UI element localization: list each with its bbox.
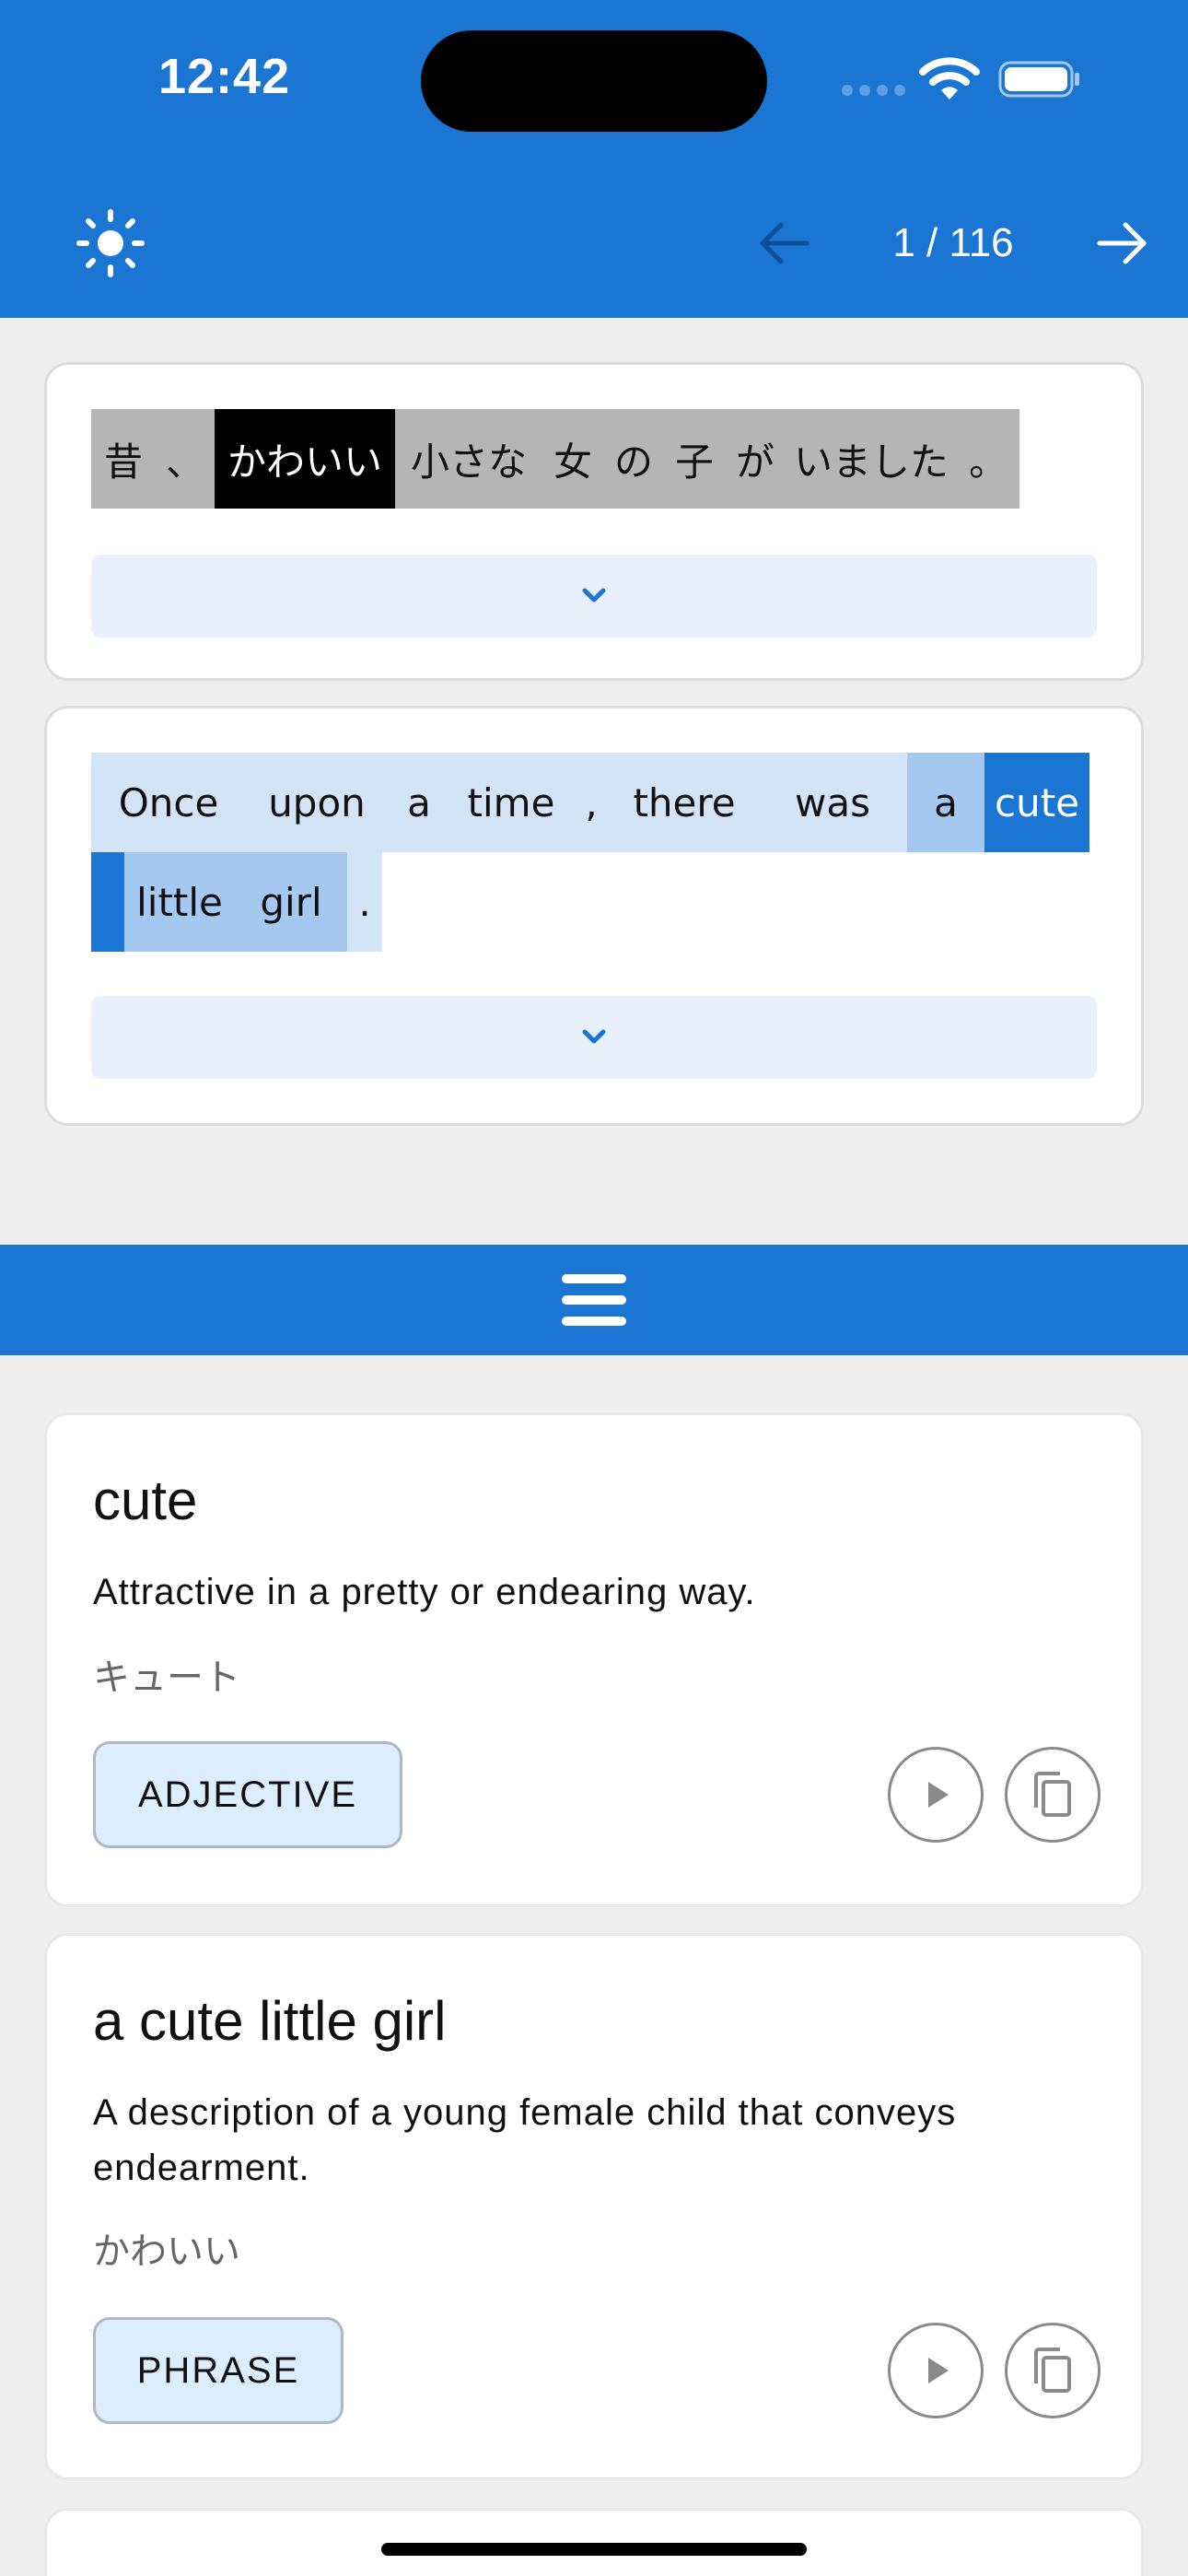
part-of-speech-chip[interactable]: PHRASE [93, 2317, 344, 2424]
definition-term: a cute little girl [93, 1990, 447, 2052]
brightness-icon[interactable] [76, 208, 146, 278]
copy-button[interactable] [1005, 2323, 1101, 2418]
play-audio-button[interactable] [888, 1747, 984, 1843]
en-token[interactable]: a [388, 753, 450, 852]
page-counter: 1 / 116 [892, 220, 1014, 265]
en-token-highlighted[interactable]: little [124, 852, 235, 952]
jp-token-selected[interactable]: かわいい [215, 409, 395, 509]
battery-icon [998, 61, 1079, 98]
arrow-left-icon[interactable] [753, 212, 816, 275]
copy-button[interactable] [1005, 1747, 1101, 1843]
play-audio-button[interactable] [888, 2323, 984, 2418]
en-token[interactable]: . [347, 852, 382, 952]
en-token-selected[interactable]: cute [984, 753, 1089, 852]
definition-card-partial [44, 2508, 1144, 2576]
wifi-icon [919, 57, 980, 100]
jp-token[interactable]: 。 [957, 409, 1019, 509]
definition-meaning: Attractive in a pretty or endearing way. [93, 1572, 756, 1612]
en-token-highlighted[interactable]: girl [235, 852, 347, 952]
jp-token[interactable]: いました [786, 409, 957, 509]
expand-translation-button[interactable] [91, 555, 1097, 638]
play-icon [928, 2358, 949, 2383]
definition-card: a cute little girl A description of a yo… [44, 1933, 1144, 2480]
english-sentence-card: Once upon a time , there was a cute litt… [44, 706, 1144, 1126]
jp-token[interactable]: 小さな [395, 409, 542, 509]
japanese-token-row: 昔 、 かわいい 小さな 女 の 子 が いました 。 [91, 409, 1097, 509]
cellular-signal-icon [842, 85, 906, 98]
jp-token[interactable]: の [603, 409, 664, 509]
definition-term: cute [93, 1469, 198, 1531]
definition-card: cute Attractive in a pretty or endearing… [44, 1412, 1144, 1907]
chevron-down-icon [582, 1029, 606, 1044]
dynamic-island [421, 30, 767, 132]
en-token[interactable]: , [572, 753, 611, 852]
arrow-right-icon[interactable] [1090, 212, 1153, 275]
definition-reading: かわいい [93, 2231, 240, 2273]
en-token-selected-continuation [91, 852, 124, 952]
app-header: 12:42 1 / 116 [0, 0, 1188, 318]
home-indicator[interactable] [381, 2543, 807, 2556]
en-token[interactable]: time [450, 753, 572, 852]
en-token[interactable]: upon [246, 753, 388, 852]
definition-reading: キュート [93, 1657, 240, 1699]
status-time: 12:42 [158, 49, 291, 104]
expand-translation-button[interactable] [91, 996, 1097, 1079]
copy-icon [1034, 1772, 1071, 1817]
play-icon [928, 1782, 949, 1808]
english-token-rows: Once upon a time , there was a cute litt… [91, 753, 1097, 952]
jp-token[interactable]: 昔 [91, 409, 156, 509]
japanese-sentence-card: 昔 、 かわいい 小さな 女 の 子 が いました 。 [44, 362, 1144, 681]
en-token[interactable]: there [611, 753, 758, 852]
jp-token[interactable]: 女 [542, 409, 603, 509]
definition-meaning: A description of a young female child th… [93, 2092, 957, 2188]
en-token[interactable]: was [758, 753, 907, 852]
en-token-highlighted[interactable]: a [907, 753, 984, 852]
copy-icon [1034, 2348, 1071, 2393]
chevron-down-icon [582, 588, 606, 603]
jp-token[interactable]: が [725, 409, 786, 509]
en-token[interactable]: Once [91, 753, 246, 852]
jp-token[interactable]: 、 [156, 409, 215, 509]
part-of-speech-chip[interactable]: ADJECTIVE [93, 1741, 402, 1848]
menu-icon[interactable] [559, 1270, 629, 1330]
jp-token[interactable]: 子 [664, 409, 725, 509]
